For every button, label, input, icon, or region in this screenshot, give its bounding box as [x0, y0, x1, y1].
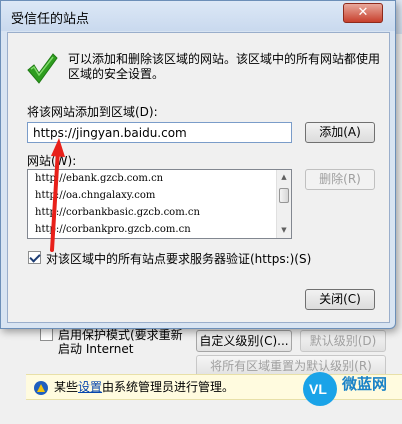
close-icon: ✕: [357, 5, 369, 20]
require-https-checkbox[interactable]: [28, 251, 41, 264]
titlebar-close-button[interactable]: ✕: [343, 3, 383, 23]
default-level-button[interactable]: 默认级别(D): [300, 330, 386, 352]
list-item[interactable]: http://corbankbasic.gzcb.com.cn: [35, 207, 200, 218]
info-suffix: 由系统管理员进行管理。: [102, 380, 235, 394]
custom-level-button[interactable]: 自定义级别(C)...: [196, 330, 292, 352]
dialog-client-area: 可以添加和删除该区域的网站。该区域中的所有网站都使用区域的安全设置。 将该网站添…: [7, 32, 390, 323]
site-url-input[interactable]: [27, 122, 292, 143]
sites-list[interactable]: http://ebank.gzcb.com.cn http://oa.chnga…: [27, 169, 292, 239]
scroll-thumb[interactable]: [279, 188, 289, 203]
protected-mode-label-line2: 启动 Internet: [58, 342, 134, 356]
dialog-title: 受信任的站点: [11, 12, 90, 27]
sites-list-scrollbar[interactable]: ▲ ▼: [276, 170, 291, 238]
scroll-down-icon[interactable]: ▼: [277, 223, 291, 238]
watermark-logo: VL 微蓝网: [302, 369, 402, 409]
scroll-up-icon[interactable]: ▲: [277, 170, 291, 185]
trusted-sites-dialog: 受信任的站点 ✕ 可以添加和删除该区域的网站。该区域中的所有网站都使用区域的安全…: [0, 0, 396, 329]
zone-description: 可以添加和删除该区域的网站。该区域中的所有网站都使用区域的安全设置。: [68, 52, 381, 81]
shield-info-icon: [34, 381, 48, 395]
list-item[interactable]: http://corbankpro.gzcb.com.cn: [35, 224, 191, 235]
sites-label: 网站(W):: [27, 154, 77, 168]
add-site-label: 将该网站添加到区域(D):: [27, 105, 158, 119]
require-https-label: 对该区域中的所有站点要求服务器验证(https:)(S): [46, 252, 312, 266]
info-prefix: 某些: [54, 380, 79, 394]
close-button[interactable]: 关闭(C): [305, 289, 375, 310]
info-settings-link[interactable]: 设置: [78, 380, 102, 394]
titlebar: 受信任的站点 ✕: [1, 1, 395, 31]
remove-button[interactable]: 删除(R): [305, 169, 375, 190]
protected-mode-checkbox[interactable]: [40, 328, 53, 341]
add-button[interactable]: 添加(A): [305, 122, 375, 143]
logo-name: 微蓝网: [342, 375, 388, 393]
list-item[interactable]: http://oa.chngalaxy.com: [35, 190, 155, 201]
checkmark-icon: [27, 53, 58, 84]
list-item[interactable]: http://ebank.gzcb.com.cn: [35, 173, 163, 184]
logo-badge-text: VL: [309, 381, 327, 397]
